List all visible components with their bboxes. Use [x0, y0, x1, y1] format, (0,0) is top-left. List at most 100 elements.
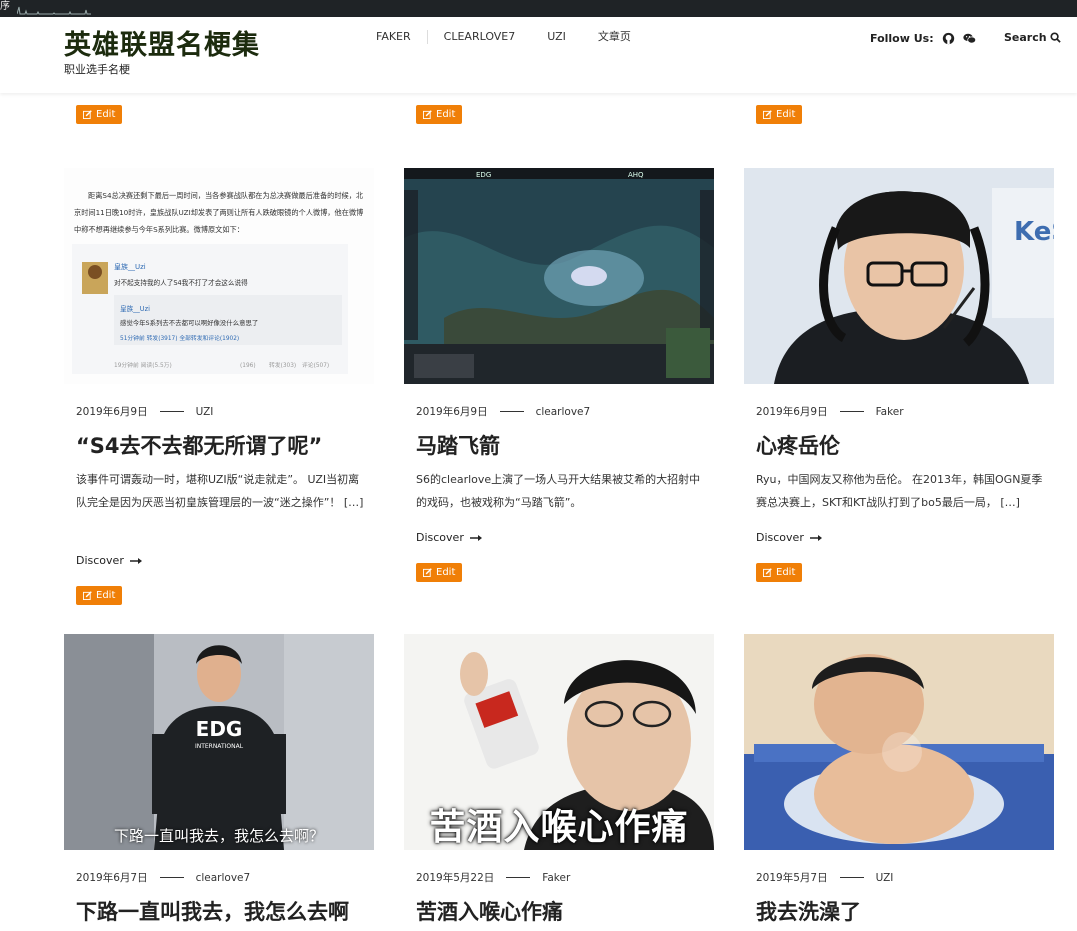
post-excerpt: 该事件可谓轰动一时，堪称UZI版“说走就走”。 UZI当初离队完全是因为厌恶当初…: [76, 473, 364, 509]
image-tag-left: EDG: [476, 171, 491, 179]
nav-item-articles[interactable]: 文章页: [582, 30, 647, 44]
post-title[interactable]: 心疼岳伦: [756, 430, 840, 460]
post-date[interactable]: 2019年5月22日: [416, 870, 494, 885]
image-text-user: 皇族__Uzi: [120, 304, 150, 313]
post-date[interactable]: 2019年6月9日: [76, 404, 148, 419]
post-excerpt: Ryu，中国网友又称他为岳伦。 在2013年，韩国OGN夏季赛总决赛上，SKT和…: [756, 473, 1043, 509]
edit-button[interactable]: Edit: [76, 105, 123, 124]
image-text-comments: 评论(507): [302, 361, 329, 369]
site-tagline: 职业选手名梗: [64, 63, 130, 76]
post-thumbnail[interactable]: [744, 634, 1054, 850]
follow-label: Follow Us:: [870, 32, 934, 45]
meta-divider: [159, 877, 184, 878]
jersey-subtext: INTERNATIONAL: [195, 743, 244, 750]
image-text-stats: 51分钟前 转发(3917) 全部转发和评论(1902): [120, 334, 239, 342]
edit-label: Edit: [96, 109, 116, 120]
nav-item-clearlove7[interactable]: CLEARLOVE7: [428, 30, 532, 44]
image-text-post: 感觉今年S系列去不去都可以啊好像没什么意思了: [120, 318, 258, 327]
image-caption: 苦酒入喉心作痛: [429, 807, 689, 848]
post-title[interactable]: 苦酒入喉心作痛: [416, 896, 563, 926]
search-icon: [1050, 32, 1061, 43]
post-excerpt: S6的clearlove上演了一场人马开大结果被艾希的大招射中的戏码，也被戏称为…: [416, 473, 701, 509]
meta-divider: [499, 411, 524, 412]
meta-divider: [839, 411, 864, 412]
post-meta: 2019年5月7日 UZI: [756, 870, 893, 885]
post-thumbnail[interactable]: EDG AHQ: [404, 168, 714, 384]
discover-link[interactable]: Discover: [756, 531, 822, 544]
player-photo-image: EDG INTERNATIONAL: [64, 634, 374, 850]
post-date[interactable]: 2019年6月9日: [416, 404, 488, 419]
post-thumbnail[interactable]: KeS: [744, 168, 1054, 384]
post-author[interactable]: UZI: [876, 872, 894, 884]
edit-button[interactable]: Edit: [76, 586, 123, 605]
image-text-reposts: 转发(303): [269, 361, 296, 369]
post-date[interactable]: 2019年6月7日: [76, 870, 148, 885]
post-card: KeS 2019年6月9日 Faker 心疼岳伦 Ryu，中国网友又称他为岳伦。…: [744, 168, 1054, 588]
site-title[interactable]: 英雄联盟名梗集: [64, 23, 260, 62]
game-screenshot-image: EDG AHQ: [404, 168, 714, 384]
edit-button[interactable]: Edit: [756, 105, 803, 124]
search-button[interactable]: Search: [1004, 31, 1061, 44]
post-author[interactable]: Faker: [876, 406, 904, 418]
post-meta: 2019年5月22日 Faker: [416, 870, 570, 885]
post-thumbnail[interactable]: 距离S4总决赛还剩下最后一周时间，当各参赛战队都在为总决赛做最后准备的时候，北 …: [64, 168, 374, 384]
discover-link[interactable]: Discover: [416, 531, 482, 544]
edit-button[interactable]: Edit: [416, 563, 463, 582]
discover-label: Discover: [416, 531, 464, 544]
post-title[interactable]: 马踏飞箭: [416, 430, 500, 460]
discover-label: Discover: [76, 554, 124, 567]
image-tag-right: AHQ: [628, 171, 644, 179]
post-title[interactable]: “S4去不去都无所谓了呢”: [76, 430, 322, 460]
edit-label: Edit: [96, 590, 116, 601]
edit-button[interactable]: Edit: [416, 105, 463, 124]
edit-icon: [763, 110, 772, 119]
topbar-label: 序: [0, 1, 10, 12]
post-card: 2019年5月7日 UZI 我去洗澡了: [744, 634, 1054, 931]
edit-icon: [423, 568, 432, 577]
top-status-bar: 序: [0, 0, 1077, 17]
arrow-right-icon: [469, 534, 482, 541]
image-text-post: 对不起支持我的人了S4我不打了才会这么说得: [114, 278, 248, 287]
post-title[interactable]: 下路一直叫我去，我怎么去啊: [76, 896, 349, 926]
image-text-likes: (196): [240, 363, 256, 369]
arrow-right-icon: [809, 534, 822, 541]
weibo-screenshot-image: 距离S4总决赛还剩下最后一周时间，当各参赛战队都在为总决赛做最后准备的时候，北 …: [64, 168, 374, 384]
follow-us: Follow Us:: [870, 32, 976, 45]
post-thumbnail[interactable]: 苦酒入喉心作痛: [404, 634, 714, 850]
post-thumbnail[interactable]: EDG INTERNATIONAL 下路一直叫我去，我怎么去啊？: [64, 634, 374, 850]
post-author[interactable]: clearlove7: [536, 406, 591, 418]
activity-graph-icon: [17, 6, 91, 15]
post-author[interactable]: UZI: [196, 406, 214, 418]
post-card: 距离S4总决赛还剩下最后一周时间，当各参赛战队都在为总决赛做最后准备的时候，北 …: [64, 168, 374, 608]
edit-icon: [763, 568, 772, 577]
post-date[interactable]: 2019年6月9日: [756, 404, 828, 419]
image-text-user: 皇族__Uzi: [114, 262, 146, 271]
edit-icon: [83, 110, 92, 119]
post-meta: 2019年6月9日 UZI: [76, 404, 213, 419]
post-title[interactable]: 我去洗澡了: [756, 896, 861, 926]
image-text-footer: 19分钟前 阅读(5.5万): [114, 361, 172, 369]
wechat-icon[interactable]: [962, 32, 976, 45]
post-author[interactable]: Faker: [542, 872, 570, 884]
nav-item-faker[interactable]: FAKER: [360, 30, 427, 44]
main-nav: FAKER CLEARLOVE7 UZI 文章页: [360, 30, 647, 44]
post-card: 苦酒入喉心作痛 2019年5月22日 Faker 苦酒入喉心作痛: [404, 634, 714, 931]
image-text-line: 中称不想再继续参与今年S系列比赛。微博原文如下：: [74, 225, 244, 234]
edit-button[interactable]: Edit: [756, 563, 803, 582]
discover-link[interactable]: Discover: [76, 554, 142, 567]
edit-label: Edit: [776, 567, 796, 578]
post-card: EDG AHQ 2019年6月9日 clearlove7 马踏飞箭 S6的cle…: [404, 168, 714, 588]
arrow-right-icon: [129, 557, 142, 564]
edit-label: Edit: [436, 567, 456, 578]
post-author[interactable]: clearlove7: [196, 872, 251, 884]
site-header: 英雄联盟名梗集 职业选手名梗 FAKER CLEARLOVE7 UZI 文章页 …: [0, 17, 1077, 93]
post-meta: 2019年6月9日 Faker: [756, 404, 904, 419]
image-caption: 下路一直叫我去，我怎么去啊？: [113, 827, 324, 845]
nav-item-uzi[interactable]: UZI: [531, 30, 582, 44]
post-date[interactable]: 2019年5月7日: [756, 870, 828, 885]
image-text-line: 京时间11日晚10时许，皇族战队UZI却发表了两则让所有人跌破眼镜的个人微博，他…: [74, 208, 363, 217]
meta-divider: [506, 877, 531, 878]
post-meta: 2019年6月9日 clearlove7: [416, 404, 590, 419]
image-text-line: 距离S4总决赛还剩下最后一周时间，当各参赛战队都在为总决赛做最后准备的时候，北: [88, 191, 363, 200]
github-icon[interactable]: [942, 32, 955, 45]
